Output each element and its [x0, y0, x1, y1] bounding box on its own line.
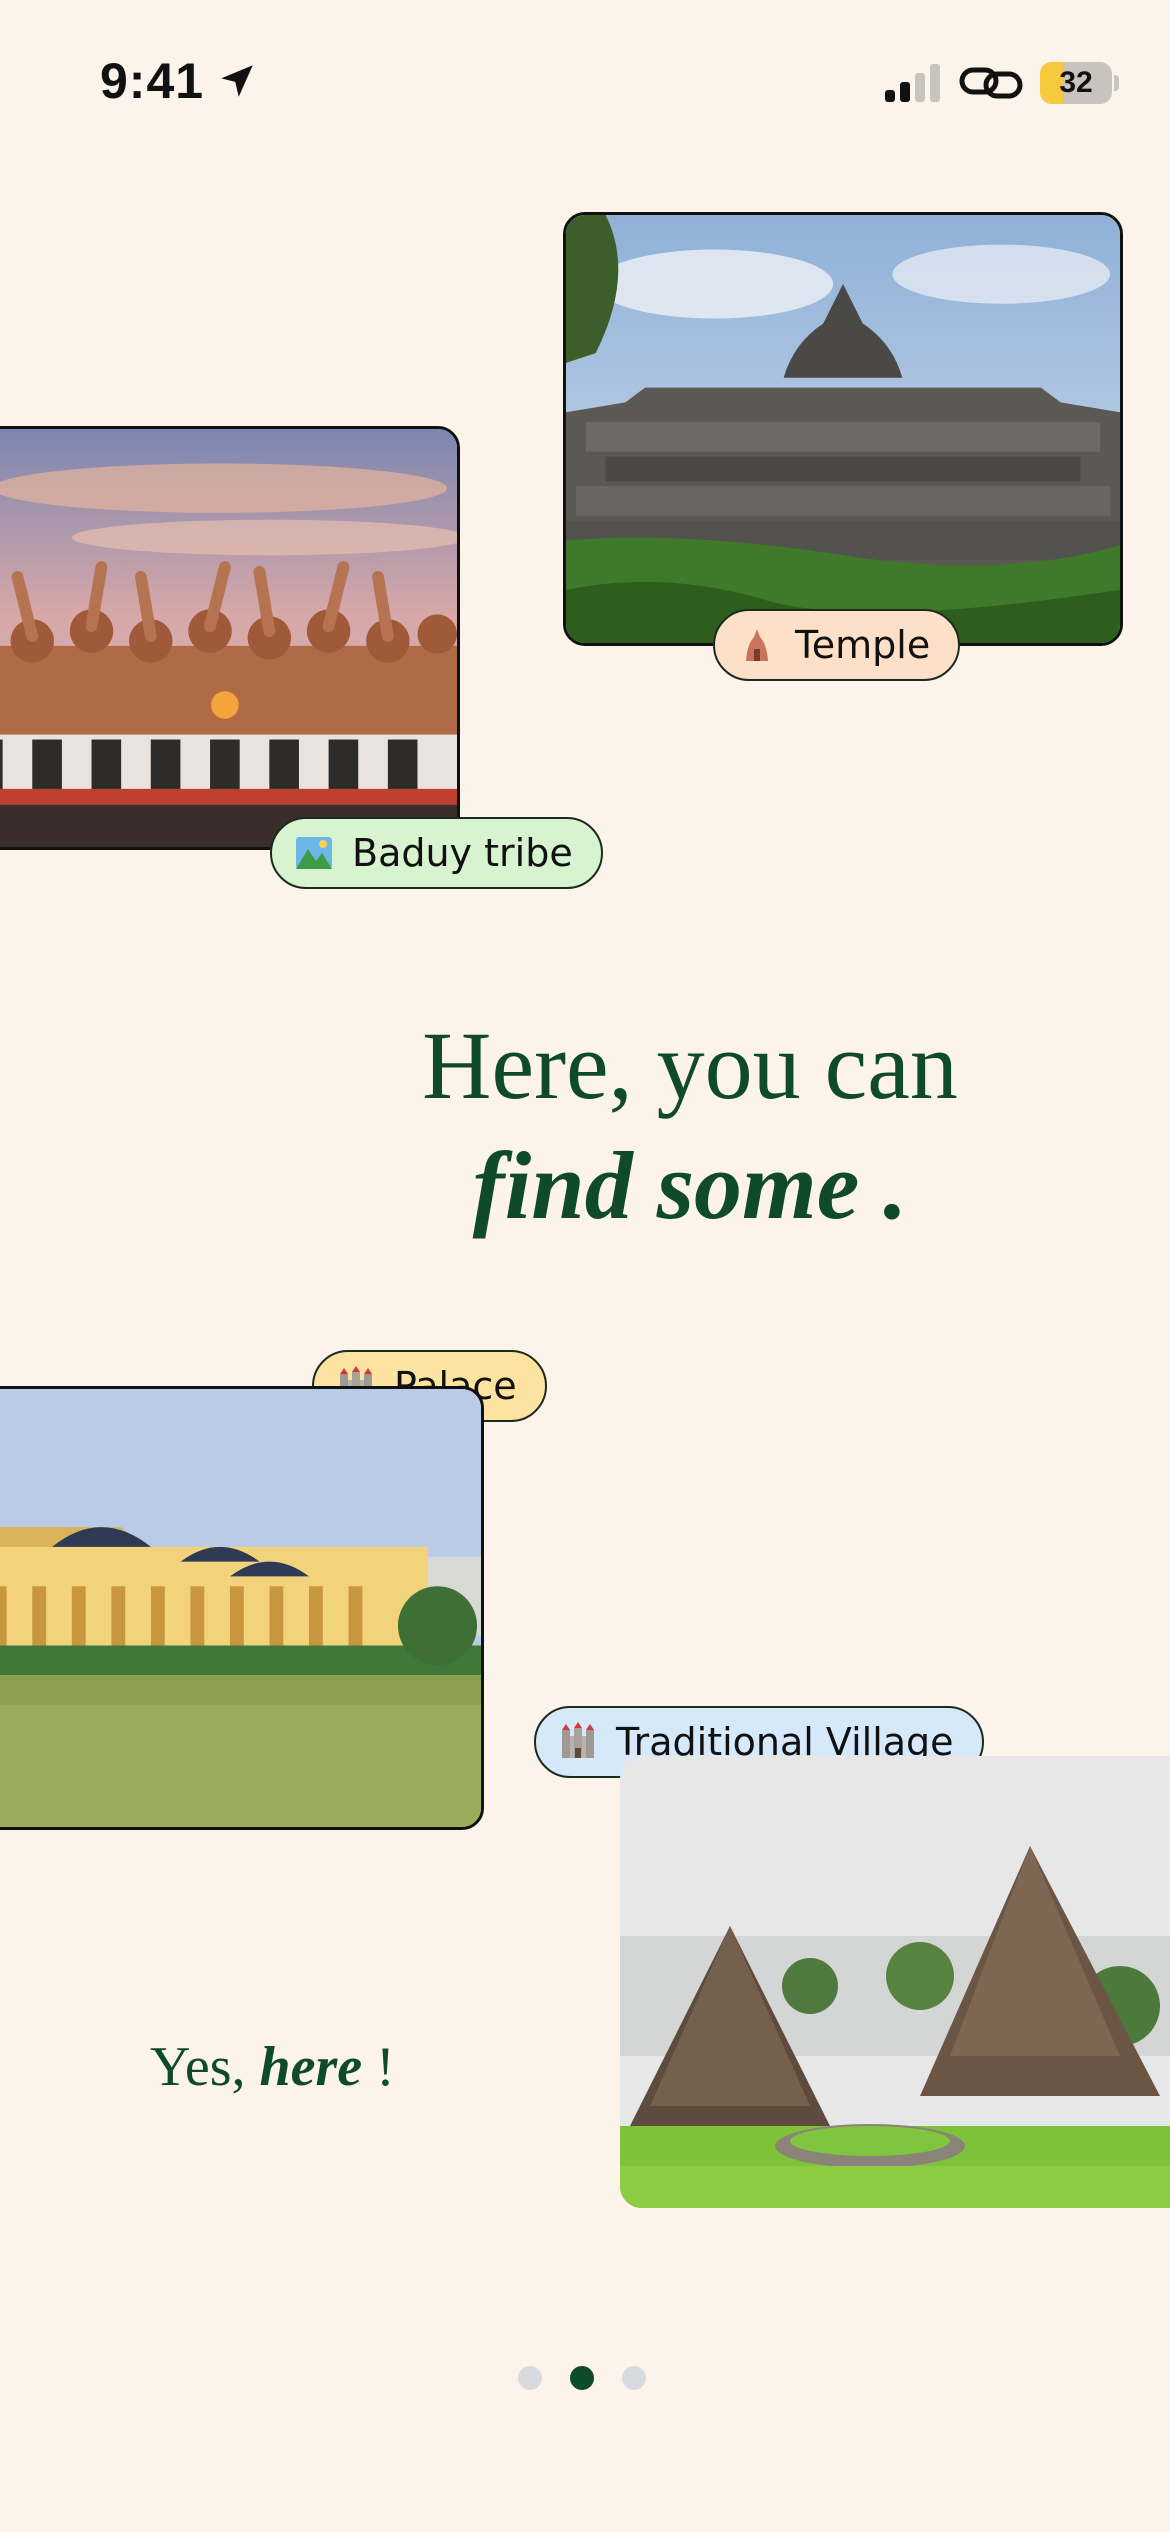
battery-icon: 32 [1040, 62, 1119, 104]
baduy-tribe-label: Baduy tribe [352, 831, 573, 875]
baduy-tribe-photo-card[interactable] [0, 426, 460, 850]
palace-photo [0, 1389, 481, 1827]
temple-icon [746, 629, 768, 661]
pagination-dots [518, 2364, 646, 2392]
yes-here-note: Yes, here ! [150, 2035, 395, 2099]
note-prefix: Yes, [150, 2036, 260, 2098]
location-arrow-icon [221, 65, 253, 97]
temple-label: Temple [795, 623, 931, 667]
status-time: 9:41 [100, 53, 205, 109]
traditional-village-photo-card[interactable] [620, 1756, 1170, 2208]
link-icon [959, 67, 1023, 99]
battery-level: 32 [1059, 66, 1093, 99]
temple-label-pill[interactable]: Temple [713, 609, 961, 681]
page-dot-3[interactable] [622, 2366, 646, 2390]
temple-photo-card[interactable] [563, 212, 1123, 646]
castle-icon [562, 1722, 594, 1758]
page-dot-2[interactable] [570, 2366, 594, 2390]
baduy-tribe-label-pill[interactable]: Baduy tribe [270, 817, 603, 889]
temple-photo [566, 215, 1120, 643]
baduy-tribe-photo [0, 429, 457, 847]
landscape-icon [296, 837, 332, 869]
headline-line-2: find some . [472, 1132, 908, 1239]
signal-icon [885, 64, 940, 102]
headline-line-1: Here, you can [422, 1012, 958, 1119]
palace-photo-card[interactable] [0, 1386, 484, 1830]
note-suffix: ! [362, 2036, 395, 2098]
status-bar: 9:41 32 [0, 0, 1170, 170]
page-dot-1[interactable] [518, 2366, 542, 2390]
traditional-village-photo [620, 1756, 1170, 2208]
note-emphasis: here [259, 2036, 363, 2098]
